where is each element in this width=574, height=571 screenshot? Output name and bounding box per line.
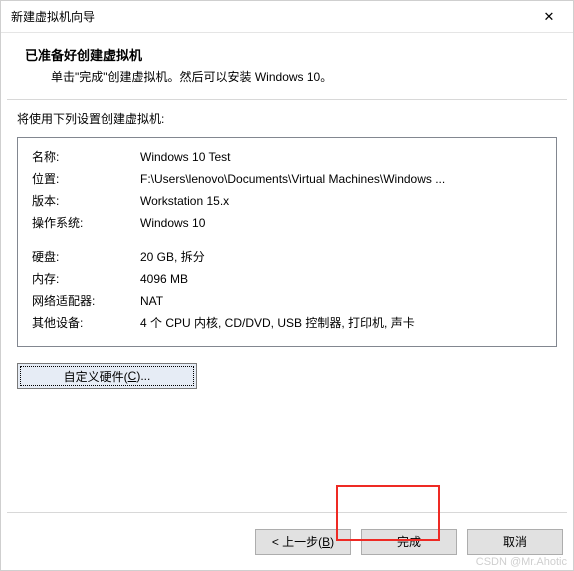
hardware-row: 网络适配器: NAT: [32, 290, 542, 312]
hardware-label: 内存:: [32, 268, 140, 290]
customize-label-suffix: )...: [136, 369, 150, 383]
hardware-value: 4 个 CPU 内核, CD/DVD, USB 控制器, 打印机, 声卡: [140, 312, 415, 334]
hardware-row: 内存: 4096 MB: [32, 268, 542, 290]
back-hotkey: B: [322, 535, 330, 549]
setting-row: 位置: F:\Users\lenovo\Documents\Virtual Ma…: [32, 168, 542, 190]
back-button[interactable]: < 上一步(B): [255, 529, 351, 555]
finish-button[interactable]: 完成: [361, 529, 457, 555]
cancel-button[interactable]: 取消: [467, 529, 563, 555]
hardware-value: 20 GB, 拆分: [140, 246, 205, 268]
setting-row: 版本: Workstation 15.x: [32, 190, 542, 212]
header: 已准备好创建虚拟机 单击"完成"创建虚拟机。然后可以安装 Windows 10。: [1, 33, 573, 95]
hardware-row: 硬盘: 20 GB, 拆分: [32, 246, 542, 268]
finish-label: 完成: [397, 533, 421, 550]
header-subtitle: 单击"完成"创建虚拟机。然后可以安装 Windows 10。: [25, 68, 549, 85]
setting-label: 位置:: [32, 168, 140, 190]
hardware-row: 其他设备: 4 个 CPU 内核, CD/DVD, USB 控制器, 打印机, …: [32, 312, 542, 334]
header-title: 已准备好创建虚拟机: [25, 45, 549, 64]
body: 将使用下列设置创建虚拟机: 名称: Windows 10 Test 位置: F:…: [1, 100, 573, 512]
cancel-label: 取消: [503, 533, 527, 550]
customize-label-prefix: 自定义硬件(: [64, 368, 128, 385]
hardware-value: 4096 MB: [140, 268, 188, 290]
hardware-value: NAT: [140, 290, 163, 312]
settings-panel: 名称: Windows 10 Test 位置: F:\Users\lenovo\…: [17, 137, 557, 347]
customize-hardware-button[interactable]: 自定义硬件(C)...: [17, 363, 197, 389]
hardware-label: 硬盘:: [32, 246, 140, 268]
setting-value: Windows 10: [140, 212, 205, 234]
setting-row: 名称: Windows 10 Test: [32, 146, 542, 168]
intro-text: 将使用下列设置创建虚拟机:: [17, 110, 557, 127]
close-icon[interactable]: ✕: [535, 9, 563, 25]
hardware-label: 网络适配器:: [32, 290, 140, 312]
watermark: CSDN @Mr.Ahotic: [476, 556, 567, 568]
setting-value: F:\Users\lenovo\Documents\Virtual Machin…: [140, 168, 445, 190]
setting-value: Workstation 15.x: [140, 190, 229, 212]
back-label-prefix: < 上一步(: [272, 533, 322, 550]
setting-label: 操作系统:: [32, 212, 140, 234]
titlebar: 新建虚拟机向导 ✕: [1, 1, 573, 33]
hardware-label: 其他设备:: [32, 312, 140, 334]
setting-value: Windows 10 Test: [140, 146, 231, 168]
window-title: 新建虚拟机向导: [11, 8, 95, 25]
setting-row: 操作系统: Windows 10: [32, 212, 542, 234]
customize-hotkey: C: [128, 369, 137, 383]
back-label-suffix: ): [330, 535, 334, 549]
dialog-window: 新建虚拟机向导 ✕ 已准备好创建虚拟机 单击"完成"创建虚拟机。然后可以安装 W…: [0, 0, 574, 571]
setting-label: 名称:: [32, 146, 140, 168]
setting-label: 版本:: [32, 190, 140, 212]
